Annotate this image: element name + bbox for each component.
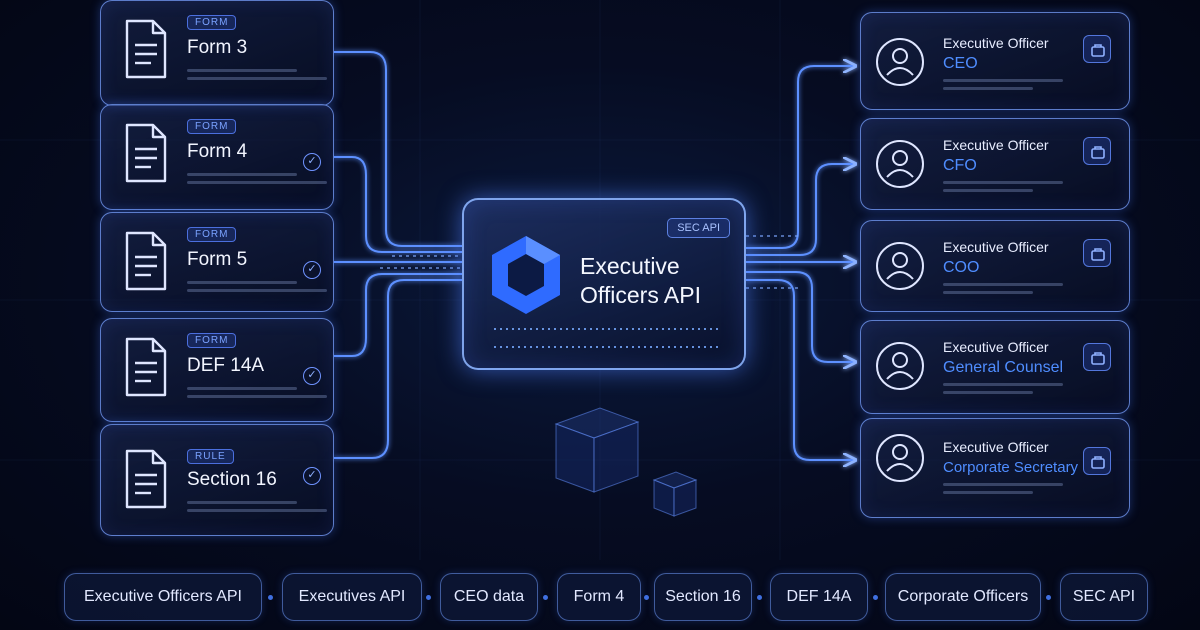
officer-name: CFO: [943, 157, 977, 174]
pill-executive-officers-api[interactable]: Executive Officers API: [64, 573, 262, 621]
source-tag: FORM: [187, 15, 237, 30]
pill-separator: [1046, 595, 1051, 600]
placeholder-line: [943, 283, 1063, 286]
pill-corporate-officers[interactable]: Corporate Officers: [885, 573, 1041, 621]
pill-form-4[interactable]: Form 4: [557, 573, 641, 621]
placeholder-line: [943, 391, 1033, 394]
target-card-corporate-secretary[interactable]: Executive Officer Corporate Secretary: [860, 418, 1130, 518]
placeholder-line: [943, 189, 1033, 192]
briefcase-icon: [1083, 239, 1111, 267]
check-circle-icon: ✓: [303, 367, 321, 385]
source-tag: FORM: [187, 333, 237, 348]
source-title: Section 16: [187, 469, 277, 490]
hub-dots: [492, 328, 720, 330]
placeholder-line: [187, 289, 327, 292]
pill-separator: [426, 595, 431, 600]
hub-dots: [492, 346, 720, 348]
source-title: Form 5: [187, 249, 248, 270]
document-icon: [125, 449, 167, 509]
placeholder-line: [187, 69, 297, 72]
officer-name: General Counsel: [943, 359, 1064, 376]
target-card-ceo[interactable]: Executive Officer CEO: [860, 12, 1130, 110]
officer-role: Executive Officer: [943, 35, 1049, 51]
placeholder-line: [943, 491, 1033, 494]
check-circle-icon: ✓: [303, 261, 321, 279]
placeholder-line: [187, 509, 327, 512]
user-avatar-icon: [876, 242, 924, 290]
placeholder-line: [187, 395, 327, 398]
placeholder-line: [187, 281, 297, 284]
source-card-def-14a[interactable]: FORM DEF 14A ✓: [100, 318, 334, 422]
document-icon: [125, 337, 167, 397]
briefcase-icon: [1083, 137, 1111, 165]
officer-role: Executive Officer: [943, 339, 1049, 355]
officer-name: CEO: [943, 55, 978, 72]
source-connectors: [334, 51, 462, 459]
placeholder-line: [943, 79, 1063, 82]
check-circle-icon: ✓: [303, 467, 321, 485]
officer-role: Executive Officer: [943, 439, 1049, 455]
pill-executives-api[interactable]: Executives API: [282, 573, 422, 621]
target-card-cfo[interactable]: Executive Officer CFO: [860, 118, 1130, 210]
pill-separator: [268, 595, 273, 600]
hexagon-logo-icon: [492, 236, 560, 314]
placeholder-line: [187, 387, 297, 390]
placeholder-line: [187, 501, 297, 504]
source-tag: RULE: [187, 449, 234, 464]
document-icon: [125, 19, 167, 79]
placeholder-line: [943, 87, 1033, 90]
pill-separator: [873, 595, 878, 600]
placeholder-line: [943, 291, 1033, 294]
user-avatar-icon: [876, 140, 924, 188]
officer-name: Corporate Secretary: [943, 459, 1079, 476]
placeholder-line: [943, 383, 1063, 386]
pill-sec-api[interactable]: SEC API: [1060, 573, 1148, 621]
target-connectors: [746, 66, 854, 460]
officer-role: Executive Officer: [943, 137, 1049, 153]
source-title: Form 3: [187, 37, 248, 58]
placeholder-line: [187, 173, 297, 176]
source-card-form-3[interactable]: FORM Form 3: [100, 0, 334, 106]
source-tag: FORM: [187, 227, 237, 242]
pill-def-14a[interactable]: DEF 14A: [770, 573, 868, 621]
target-card-general-counsel[interactable]: Executive Officer General Counsel: [860, 320, 1130, 414]
user-avatar-icon: [876, 434, 924, 482]
check-circle-icon: ✓: [303, 153, 321, 171]
user-avatar-icon: [876, 342, 924, 390]
source-card-form-4[interactable]: FORM Form 4 ✓: [100, 104, 334, 210]
placeholder-line: [187, 181, 327, 184]
placeholder-line: [943, 483, 1063, 486]
officer-name: COO: [943, 259, 980, 276]
cube-decoration: [554, 407, 698, 517]
source-card-form-5[interactable]: FORM Form 5 ✓: [100, 212, 334, 312]
source-card-section-16[interactable]: RULE Section 16 ✓: [100, 424, 334, 536]
executive-officers-api-hub[interactable]: SEC API Executive Officers API: [462, 198, 746, 370]
briefcase-icon: [1083, 447, 1111, 475]
target-card-coo[interactable]: Executive Officer COO: [860, 220, 1130, 312]
placeholder-line: [943, 181, 1063, 184]
pill-separator: [543, 595, 548, 600]
document-icon: [125, 123, 167, 183]
pill-separator: [644, 595, 649, 600]
hub-title: Executive Officers API: [580, 253, 702, 308]
briefcase-icon: [1083, 35, 1111, 63]
source-title: Form 4: [187, 141, 248, 162]
user-avatar-icon: [876, 38, 924, 86]
source-title: DEF 14A: [187, 355, 265, 376]
briefcase-icon: [1083, 343, 1111, 371]
pill-separator: [757, 595, 762, 600]
pill-ceo-data[interactable]: CEO data: [440, 573, 538, 621]
pill-section-16[interactable]: Section 16: [654, 573, 752, 621]
hub-tag: SEC API: [667, 218, 730, 238]
placeholder-line: [187, 77, 327, 80]
document-icon: [125, 231, 167, 291]
officer-role: Executive Officer: [943, 239, 1049, 255]
source-tag: FORM: [187, 119, 237, 134]
